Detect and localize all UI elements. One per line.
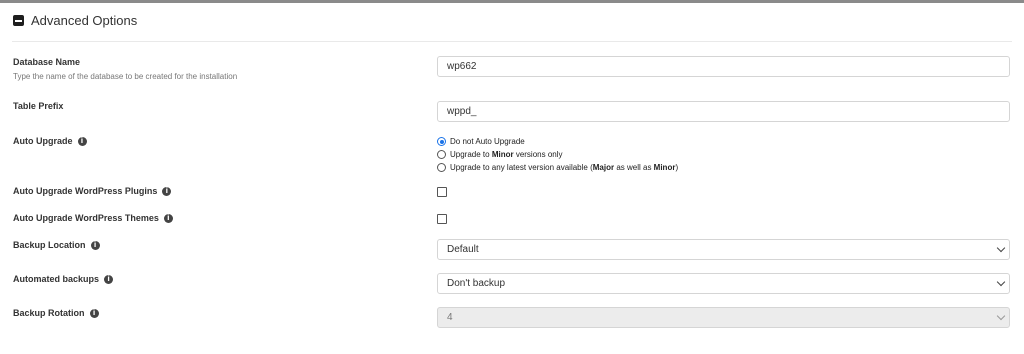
chevron-down-icon xyxy=(996,277,1006,287)
top-border xyxy=(0,0,1024,3)
radio-upgrade-major[interactable]: Upgrade to any latest version available … xyxy=(437,163,678,172)
backup-rotation-label: Backup Rotation i xyxy=(13,308,99,318)
info-icon[interactable]: i xyxy=(89,308,99,318)
db-name-label: Database Name xyxy=(13,57,81,67)
radio-button-checked[interactable] xyxy=(437,137,446,146)
db-name-input[interactable]: wp662 xyxy=(437,56,1010,77)
auto-upgrade-plugins-label: Auto Upgrade WordPress Plugins i xyxy=(13,186,172,196)
advanced-options-header[interactable]: Advanced Options xyxy=(13,13,137,28)
chevron-down-icon xyxy=(996,243,1006,253)
backup-location-select[interactable]: Default xyxy=(437,239,1010,260)
backup-rotation-select: 4 xyxy=(437,307,1010,328)
auto-upgrade-plugins-checkbox[interactable] xyxy=(437,187,447,197)
radio-button[interactable] xyxy=(437,150,446,159)
automated-backups-label: Automated backups i xyxy=(13,274,114,284)
table-prefix-input[interactable]: wppd_ xyxy=(437,101,1010,122)
automated-backups-select[interactable]: Don't backup xyxy=(437,273,1010,294)
radio-no-auto-upgrade[interactable]: Do not Auto Upgrade xyxy=(437,137,525,146)
info-icon[interactable]: i xyxy=(104,274,114,284)
info-icon[interactable]: i xyxy=(162,186,172,196)
radio-button[interactable] xyxy=(437,163,446,172)
table-prefix-label: Table Prefix xyxy=(13,101,64,111)
auto-upgrade-label: Auto Upgrade i xyxy=(13,136,87,146)
auto-upgrade-themes-checkbox[interactable] xyxy=(437,214,447,224)
section-title: Advanced Options xyxy=(31,13,138,28)
collapse-icon[interactable] xyxy=(13,15,24,26)
radio-upgrade-minor[interactable]: Upgrade to Minor versions only xyxy=(437,150,563,159)
info-icon[interactable]: i xyxy=(77,136,87,146)
db-name-help: Type the name of the database to be crea… xyxy=(13,72,238,81)
info-icon[interactable]: i xyxy=(163,213,173,223)
chevron-down-icon xyxy=(996,311,1006,321)
section-divider xyxy=(12,41,1012,42)
info-icon[interactable]: i xyxy=(90,240,100,250)
backup-location-label: Backup Location i xyxy=(13,240,100,250)
auto-upgrade-themes-label: Auto Upgrade WordPress Themes i xyxy=(13,213,173,223)
